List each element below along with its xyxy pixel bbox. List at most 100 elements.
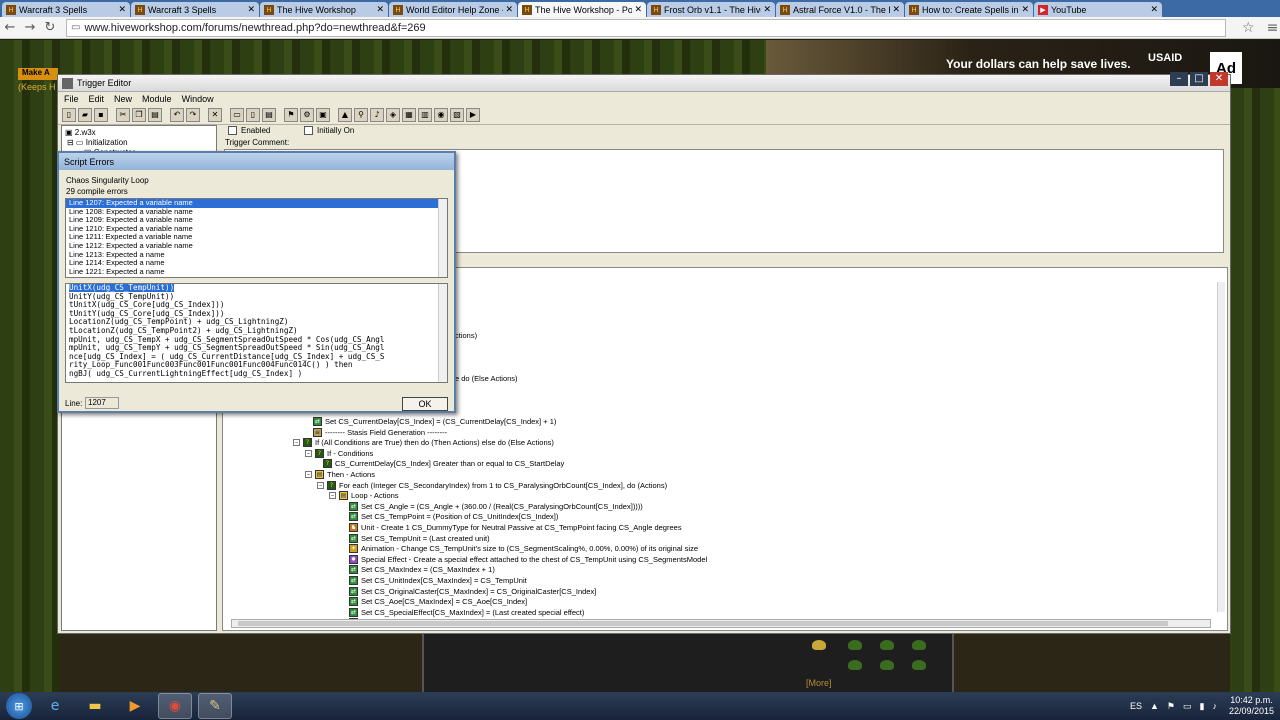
object-editor-icon[interactable]: ◈ xyxy=(386,107,400,122)
chrome-icon[interactable]: ◉ xyxy=(158,693,192,719)
tree-row[interactable]: ⇄ Set CS_TempUnit = (Last created unit) xyxy=(349,533,490,543)
script-errors-titlebar[interactable]: Script Errors xyxy=(59,153,454,170)
tree-row[interactable]: – ▤ Loop - Actions xyxy=(329,491,399,501)
language-indicator[interactable]: ES xyxy=(1130,701,1142,711)
close-tab-icon[interactable]: ✕ xyxy=(118,4,126,15)
browser-tab[interactable]: H The Hive Workshop - Post ✕ xyxy=(518,2,646,17)
creep-icon[interactable] xyxy=(912,640,926,650)
creep-icon[interactable] xyxy=(848,640,862,650)
minimize-icon[interactable]: – xyxy=(1170,72,1188,86)
browser-tab[interactable]: H How to: Create Spells in G ✕ xyxy=(905,2,1033,17)
new-condition-icon[interactable]: ⚙ xyxy=(300,107,314,122)
maximize-icon[interactable]: □ xyxy=(1190,72,1208,86)
menu-edit[interactable]: Edit xyxy=(89,94,105,104)
tree-row[interactable]: ⇄ Set CS_CurrentDelay[CS_Index] = (CS_Cur… xyxy=(313,416,556,426)
enabled-checkbox[interactable]: Enabled xyxy=(228,126,270,136)
tree-row[interactable]: ⇄ Set CS_OriginalCaster[CS_MaxIndex] = CS… xyxy=(349,586,596,596)
tree-row[interactable]: ⇄ Set CS_UnitIndex[CS_MaxIndex] = CS_Temp… xyxy=(349,575,527,585)
collapse-toggle-icon[interactable]: – xyxy=(305,470,312,478)
file-explorer-icon[interactable]: ▬ xyxy=(78,693,112,719)
code-scrollbar[interactable] xyxy=(438,284,447,382)
menu-new[interactable]: New xyxy=(114,94,132,104)
keeps-link[interactable]: (Keeps H xyxy=(18,82,56,92)
browser-tab[interactable]: H Warcraft 3 Spells ✕ xyxy=(131,2,259,17)
new-action-icon[interactable]: ▣ xyxy=(316,107,330,122)
browser-menu-icon[interactable]: ≡ xyxy=(1267,20,1279,36)
close-icon[interactable]: ✕ xyxy=(1210,72,1228,86)
more-link[interactable]: [More] xyxy=(806,678,832,688)
vertical-scrollbar[interactable] xyxy=(1217,282,1225,612)
menu-file[interactable]: File xyxy=(64,94,79,104)
creep-icon[interactable] xyxy=(912,660,926,670)
tree-row[interactable]: – ▤ Then - Actions xyxy=(305,469,375,479)
volume-icon[interactable]: ♪ xyxy=(1212,701,1217,711)
close-tab-icon[interactable]: ✕ xyxy=(376,4,384,15)
line-number-field[interactable]: 1207 xyxy=(85,397,119,409)
tree-row[interactable]: ⇄ Set CS_SpecialEffect[CS_MaxIndex] = (La… xyxy=(349,607,584,617)
copy-icon[interactable]: ❐ xyxy=(132,107,146,122)
tray-arrow-icon[interactable]: ▲ xyxy=(1150,701,1159,711)
tree-row[interactable]: –? If - Conditions xyxy=(305,448,373,458)
close-tab-icon[interactable]: ✕ xyxy=(1150,4,1158,15)
internet-explorer-icon[interactable]: e xyxy=(38,693,72,719)
collapse-toggle-icon[interactable]: – xyxy=(293,439,300,447)
close-tab-icon[interactable]: ✕ xyxy=(634,4,642,15)
collapse-toggle-icon[interactable]: – xyxy=(317,481,324,489)
tree-row[interactable]: ? CS_CurrentDelay[CS_Index] Greater than … xyxy=(323,459,564,469)
initially-on-checkbox[interactable]: Initially On xyxy=(304,126,354,136)
monitor-icon[interactable]: ▭ xyxy=(1183,701,1192,712)
world-editor-icon[interactable]: ✎ xyxy=(198,693,232,719)
map-root-item[interactable]: ▣ 2.w3x xyxy=(65,128,96,137)
cut-icon[interactable]: ✂ xyxy=(116,107,130,122)
new-event-icon[interactable]: ⚑ xyxy=(284,107,298,122)
collapse-toggle-icon[interactable]: – xyxy=(329,492,336,500)
clock[interactable]: 10:42 p.m. 22/09/2015 xyxy=(1229,695,1274,717)
new-comment-icon[interactable]: ▤ xyxy=(262,107,276,122)
creep-icon[interactable] xyxy=(880,640,894,650)
import-manager-icon[interactable]: ▧ xyxy=(450,107,464,122)
back-icon[interactable]: ← xyxy=(0,20,20,35)
tree-row[interactable]: ♞ Unit - Create 1 CS_DummyType for Neutra… xyxy=(349,522,682,532)
sound-editor-icon[interactable]: ♪ xyxy=(370,107,384,122)
make-a-button[interactable]: Make A xyxy=(18,68,58,80)
creep-icon[interactable] xyxy=(848,660,862,670)
ok-button[interactable]: OK xyxy=(402,397,448,411)
new-file-icon[interactable]: ▯ xyxy=(62,107,76,122)
trigger-editor-titlebar[interactable]: Trigger Editor xyxy=(58,75,1230,92)
paste-icon[interactable]: ▤ xyxy=(148,107,162,122)
tree-row[interactable]: –? If (All Conditions are True) then do (… xyxy=(293,438,554,448)
start-button[interactable]: ⊞ xyxy=(6,693,32,719)
tree-row[interactable]: ⇄ Set CS_MaxIndex = (CS_MaxIndex + 1) xyxy=(349,565,495,575)
signal-icon[interactable]: ▮ xyxy=(1200,701,1205,712)
object-manager-icon[interactable]: ◉ xyxy=(434,107,448,122)
browser-tab[interactable]: H Astral Force V1.0 - The Hi ✕ xyxy=(776,2,904,17)
close-tab-icon[interactable]: ✕ xyxy=(763,4,771,15)
script-code-view[interactable]: UnitX(udg_CS_TempUnit)) UnitY(udg_CS_Temp… xyxy=(65,283,448,383)
delete-icon[interactable]: ✕ xyxy=(208,107,222,122)
error-list-item[interactable]: Line 1221: Expected a name xyxy=(66,267,447,277)
close-tab-icon[interactable]: ✕ xyxy=(247,4,255,15)
test-map-icon[interactable]: ▶ xyxy=(466,107,480,122)
ai-editor-icon[interactable]: ▥ xyxy=(418,107,432,122)
close-tab-icon[interactable]: ✕ xyxy=(892,4,900,15)
creep-icon[interactable] xyxy=(880,660,894,670)
collapse-toggle-icon[interactable]: – xyxy=(305,449,312,457)
undo-icon[interactable]: ↶ xyxy=(170,107,184,122)
menu-window[interactable]: Window xyxy=(182,94,214,104)
browser-tab[interactable]: H Warcraft 3 Spells ✕ xyxy=(2,2,130,17)
campaign-editor-icon[interactable]: ▦ xyxy=(402,107,416,122)
tree-row[interactable]: ⇄ Set CS_Angle = (CS_Angle + (360.00 / (R… xyxy=(349,501,643,511)
address-bar[interactable]: ▭ www.hiveworkshop.com/forums/newthread.… xyxy=(66,18,1226,37)
browser-tab[interactable]: H The Hive Workshop ✕ xyxy=(260,2,388,17)
error-list[interactable]: Line 1207: Expected a variable name Line … xyxy=(65,198,448,278)
error-list-scrollbar[interactable] xyxy=(438,199,447,277)
close-tab-icon[interactable]: ✕ xyxy=(505,4,513,15)
flag-icon[interactable]: ⚑ xyxy=(1167,701,1175,712)
horizontal-scrollbar[interactable] xyxy=(231,619,1211,628)
new-trigger-icon[interactable]: ▯ xyxy=(246,107,260,122)
media-player-icon[interactable]: ▶ xyxy=(118,693,152,719)
redo-icon[interactable]: ↷ xyxy=(186,107,200,122)
browser-tab[interactable]: H Frost Orb v1.1 - The Hive ✕ xyxy=(647,2,775,17)
new-category-icon[interactable]: ▭ xyxy=(230,107,244,122)
category-initialization[interactable]: ⊟ ▭ Initialization xyxy=(67,138,128,147)
